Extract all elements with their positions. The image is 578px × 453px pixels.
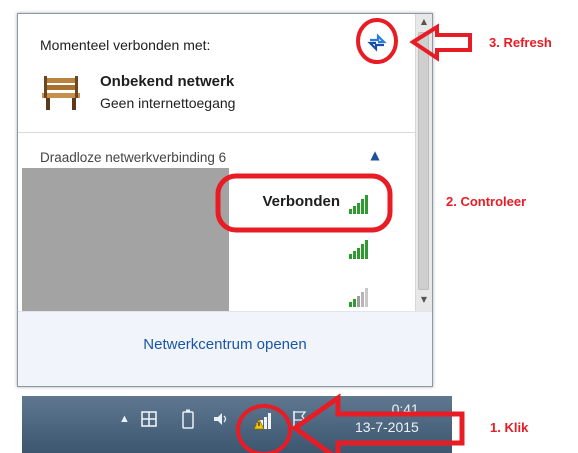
flyout-footer: Netwerkcentrum openen <box>18 311 432 386</box>
refresh-icon[interactable] <box>365 30 389 54</box>
scrollbar[interactable]: ▲ ▼ <box>415 14 432 311</box>
action-center-icon[interactable] <box>140 410 158 428</box>
scroll-down-icon[interactable]: ▼ <box>416 292 432 308</box>
annotation-step-2: 2. Controleer <box>446 194 527 209</box>
taskbar: ▲ 0:41 13-7-2015 <box>22 396 452 453</box>
wireless-section-title[interactable]: Draadloze netwerkverbinding 6 <box>40 150 226 165</box>
bench-icon <box>42 76 80 110</box>
signal-strength-icon[interactable] <box>349 287 371 307</box>
clock-time: 0:41 <box>391 401 419 417</box>
clock-date: 13-7-2015 <box>355 419 419 435</box>
network-warning-icon[interactable] <box>254 410 276 430</box>
battery-icon[interactable] <box>182 409 194 429</box>
volume-icon[interactable] <box>212 410 230 428</box>
network-list[interactable]: Momenteel verbonden met: Onbekend netwer… <box>18 14 416 311</box>
show-hidden-icons-icon[interactable]: ▲ <box>119 413 130 425</box>
connected-status-label: Verbonden <box>262 193 340 210</box>
flag-icon[interactable] <box>292 410 308 428</box>
annotation-step-1: 1. Klik <box>490 420 529 435</box>
connected-header: Momenteel verbonden met: <box>40 37 211 53</box>
network-status: Geen internettoegang <box>100 95 236 111</box>
clock[interactable]: 0:41 13-7-2015 <box>355 400 419 436</box>
network-name: Onbekend netwerk <box>100 73 235 90</box>
network-flyout: Momenteel verbonden met: Onbekend netwer… <box>17 13 433 387</box>
scroll-up-icon[interactable]: ▲ <box>416 14 432 30</box>
redacted-network-names <box>22 168 229 311</box>
network-center-link[interactable]: Netwerkcentrum openen <box>18 336 432 353</box>
annotation-step-3: 3. Refresh <box>489 35 552 50</box>
signal-strength-icon[interactable] <box>349 194 371 214</box>
divider <box>18 132 416 133</box>
signal-strength-icon[interactable] <box>349 239 371 259</box>
chevron-up-icon[interactable]: ▲ <box>368 148 382 162</box>
scroll-thumb[interactable] <box>418 32 429 290</box>
